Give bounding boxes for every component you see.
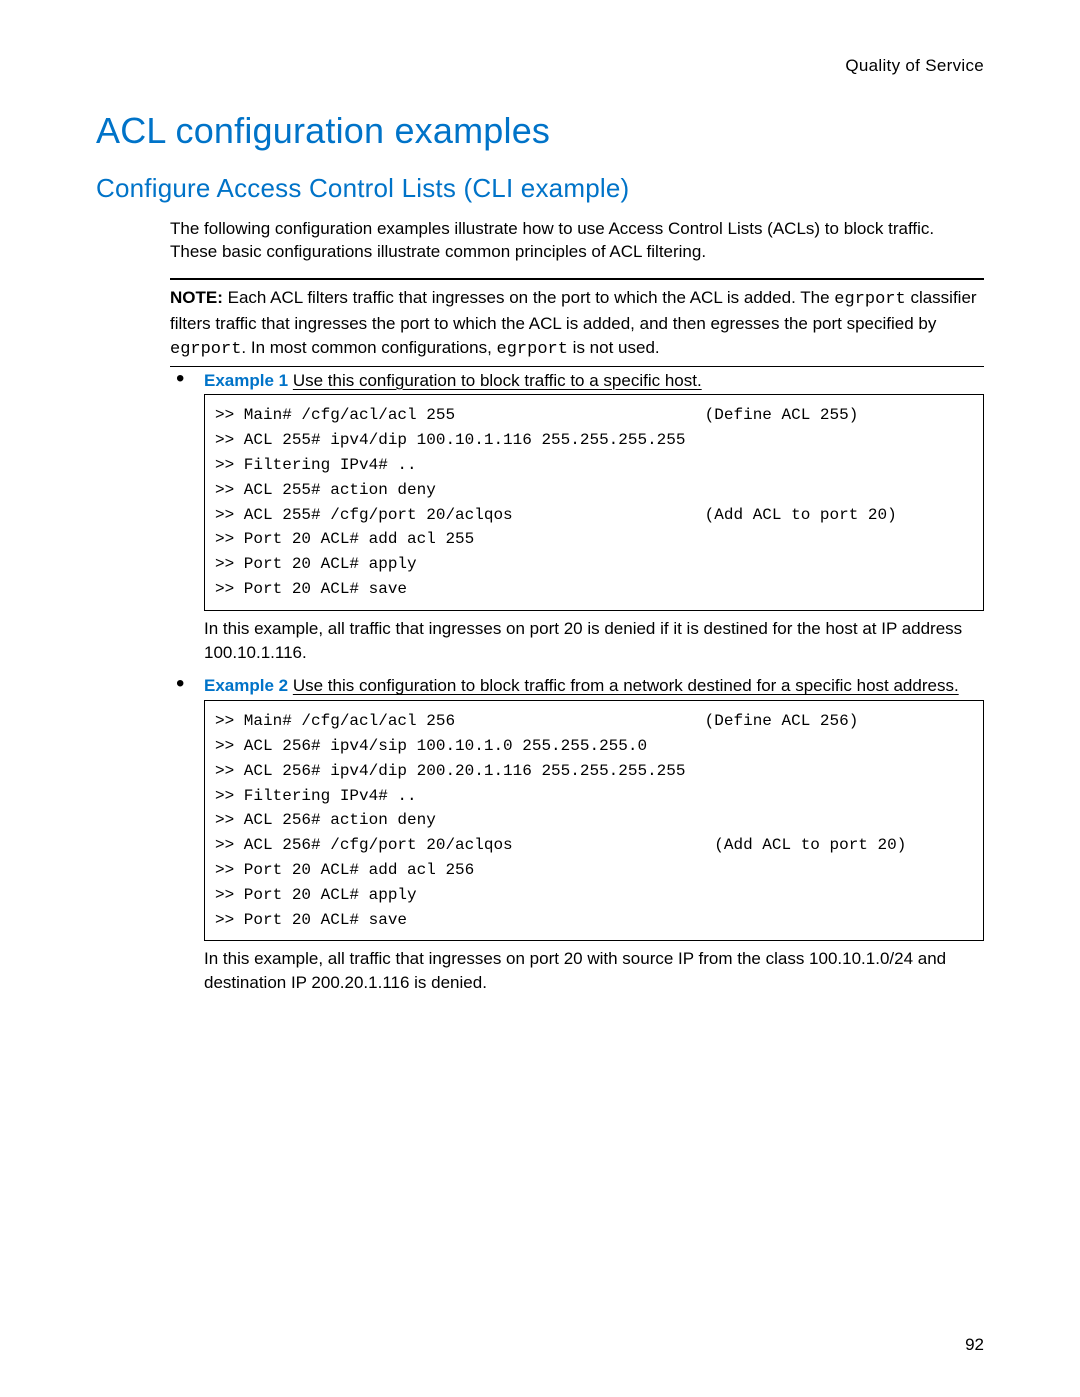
subsection-title: Configure Access Control Lists (CLI exam…: [96, 170, 984, 206]
example-explain: In this example, all traffic that ingres…: [204, 617, 984, 665]
section-title: ACL configuration examples: [96, 106, 984, 156]
example-explain: In this example, all traffic that ingres…: [204, 947, 984, 995]
list-item: Example 1 Use this configuration to bloc…: [170, 369, 984, 665]
note-text-1: Each ACL filters traffic that ingresses …: [228, 288, 835, 307]
running-header: Quality of Service: [96, 54, 984, 78]
example-desc: Use this configuration to block traffic …: [293, 676, 959, 695]
note-code-2: egrport: [170, 340, 241, 359]
example-label: Example 1: [204, 371, 288, 390]
note-text-4: is not used.: [568, 338, 660, 357]
code-block: >> Main# /cfg/acl/acl 256 (Define ACL 25…: [204, 700, 984, 941]
example-label: Example 2: [204, 676, 288, 695]
example-desc: Use this configuration to block traffic …: [293, 371, 702, 390]
page: Quality of Service ACL configuration exa…: [0, 0, 1080, 1397]
note-rule-bottom: [170, 366, 984, 367]
note-code-1: egrport: [834, 290, 905, 309]
list-item: Example 2 Use this configuration to bloc…: [170, 674, 984, 995]
page-number: 92: [965, 1333, 984, 1357]
code-block: >> Main# /cfg/acl/acl 255 (Define ACL 25…: [204, 394, 984, 610]
note-rule-top: [170, 278, 984, 280]
intro-paragraph: The following configuration examples ill…: [170, 217, 984, 265]
body-block: The following configuration examples ill…: [170, 217, 984, 995]
examples-list: Example 1 Use this configuration to bloc…: [170, 369, 984, 995]
note-label: NOTE:: [170, 288, 223, 307]
note-text-3: . In most common configurations,: [241, 338, 496, 357]
note-code-3: egrport: [497, 340, 568, 359]
note-paragraph: NOTE: Each ACL filters traffic that ingr…: [170, 286, 984, 361]
